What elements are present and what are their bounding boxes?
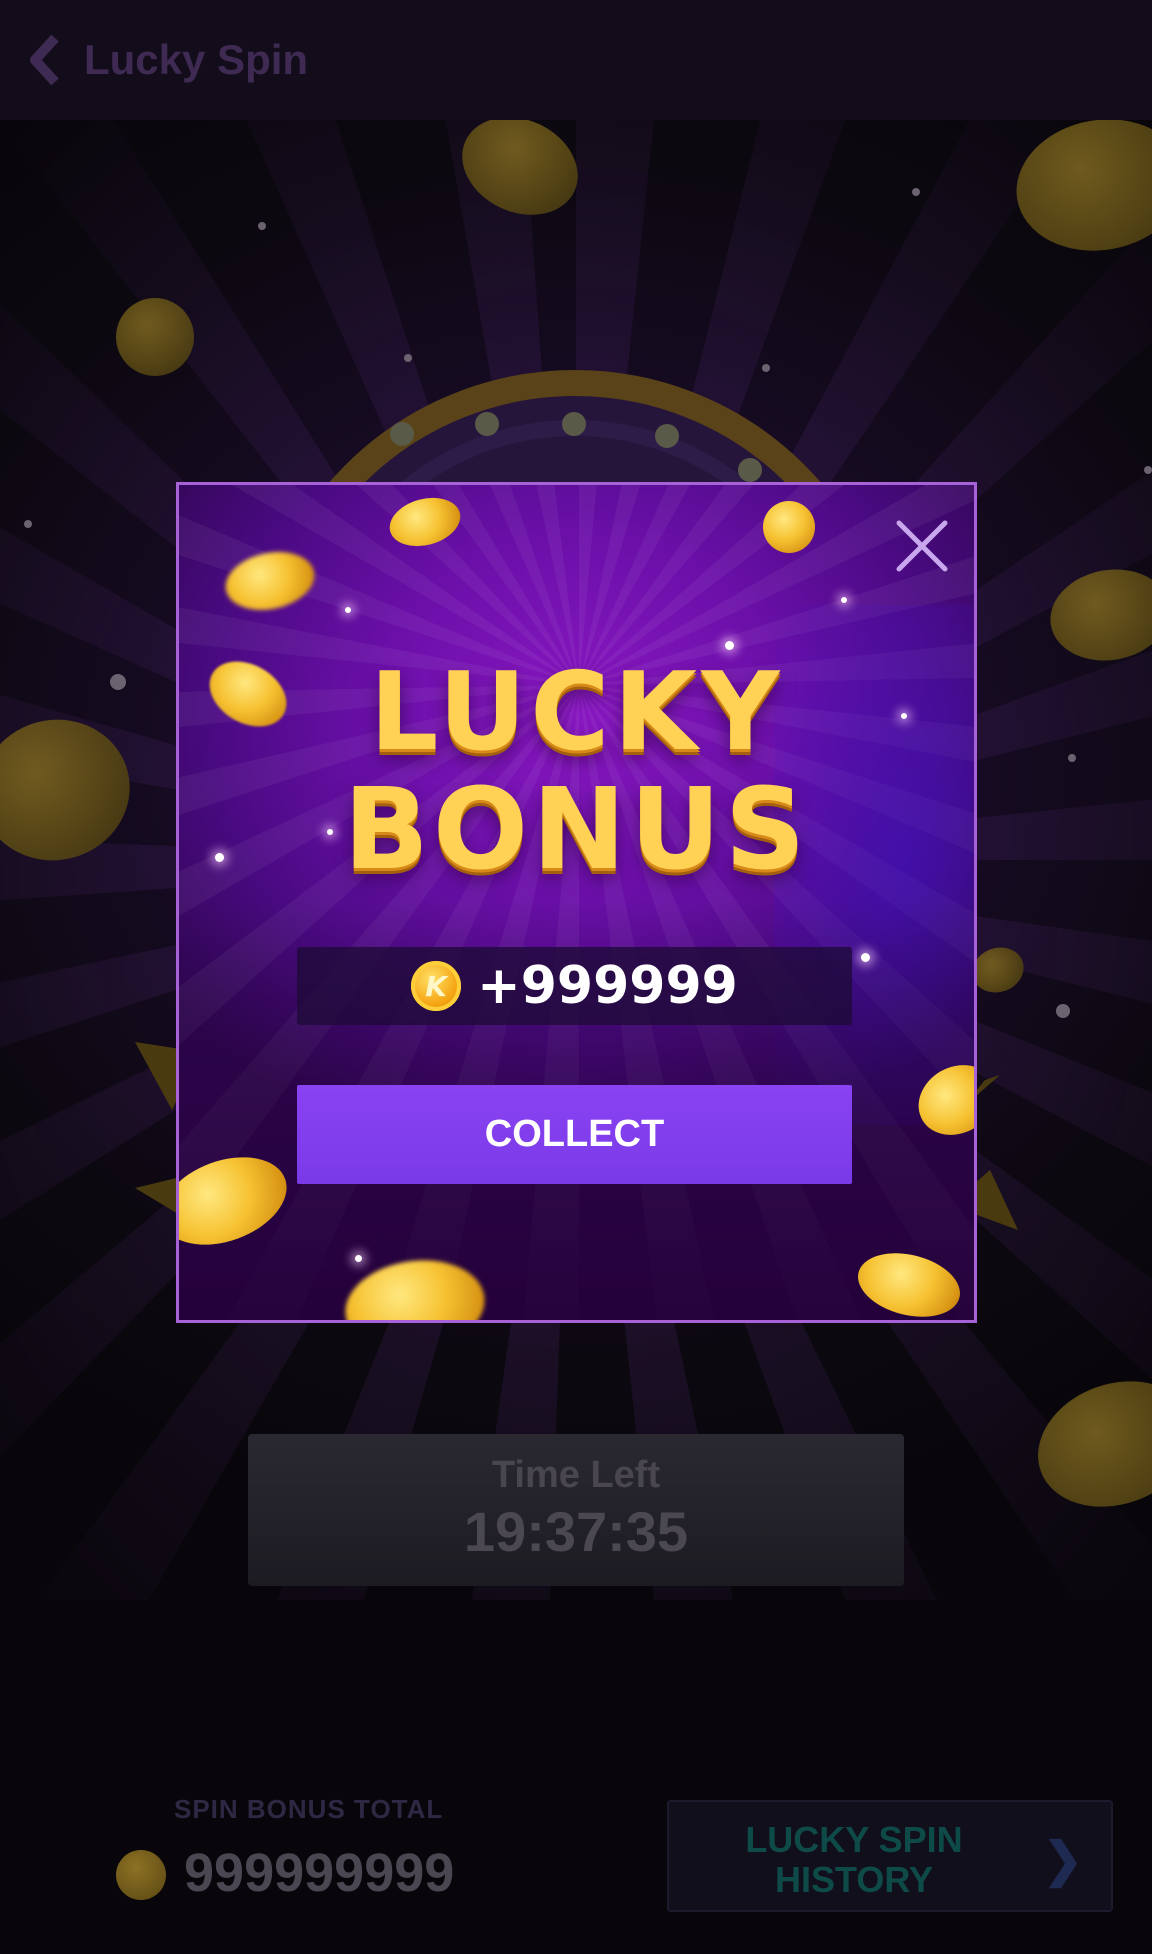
sparkle [1144,466,1152,474]
sparkle [258,222,266,230]
chevron-right-icon: ❯ [1042,1834,1083,1887]
reward-amount: +999999 [477,956,738,1016]
headline-lucky: LUCKY [369,650,784,775]
sparkle [1056,1004,1070,1018]
collect-button[interactable]: COLLECT [297,1085,852,1184]
page-title: Lucky Spin [84,36,309,83]
sparkle [1068,754,1076,762]
close-icon [896,520,948,572]
sparkle [762,364,770,372]
coin-decoration [763,501,815,553]
lucky-spin-history-label: LUCKY SPIN HISTORY [745,1819,963,1900]
sparkle [404,354,412,362]
sparkle [24,520,32,528]
reward-amount-box: K +999999 [297,947,852,1025]
sparkle [355,1255,362,1262]
k-coin-icon: K [411,961,462,1011]
time-left-value: 19:37:35 [463,1500,689,1563]
coin-icon [116,1850,166,1900]
coin-decoration [116,298,194,376]
time-left-card: Time Left 19:37:35 [248,1434,904,1586]
headline-bonus: BONUS [343,765,810,895]
lucky-bonus-modal: LUCKY BONUS K +999999 COLLECT [176,482,977,1323]
lucky-spin-history-button[interactable]: LUCKY SPIN HISTORY ❯ [667,1800,1113,1912]
spin-bonus-total-label: SPIN BONUS TOTAL [174,1794,444,1824]
close-button[interactable] [893,517,951,575]
time-left-label: Time Left [491,1454,661,1496]
sparkle [725,641,734,650]
sparkle [345,607,351,613]
sparkle [861,953,870,962]
sparkle [110,674,126,690]
top-bar: Lucky Spin [0,0,1152,120]
spin-bonus-total-value: 999999999 [184,1843,455,1903]
sparkle [841,597,847,603]
chevron-left-icon[interactable] [24,30,64,90]
sparkle [912,188,920,196]
